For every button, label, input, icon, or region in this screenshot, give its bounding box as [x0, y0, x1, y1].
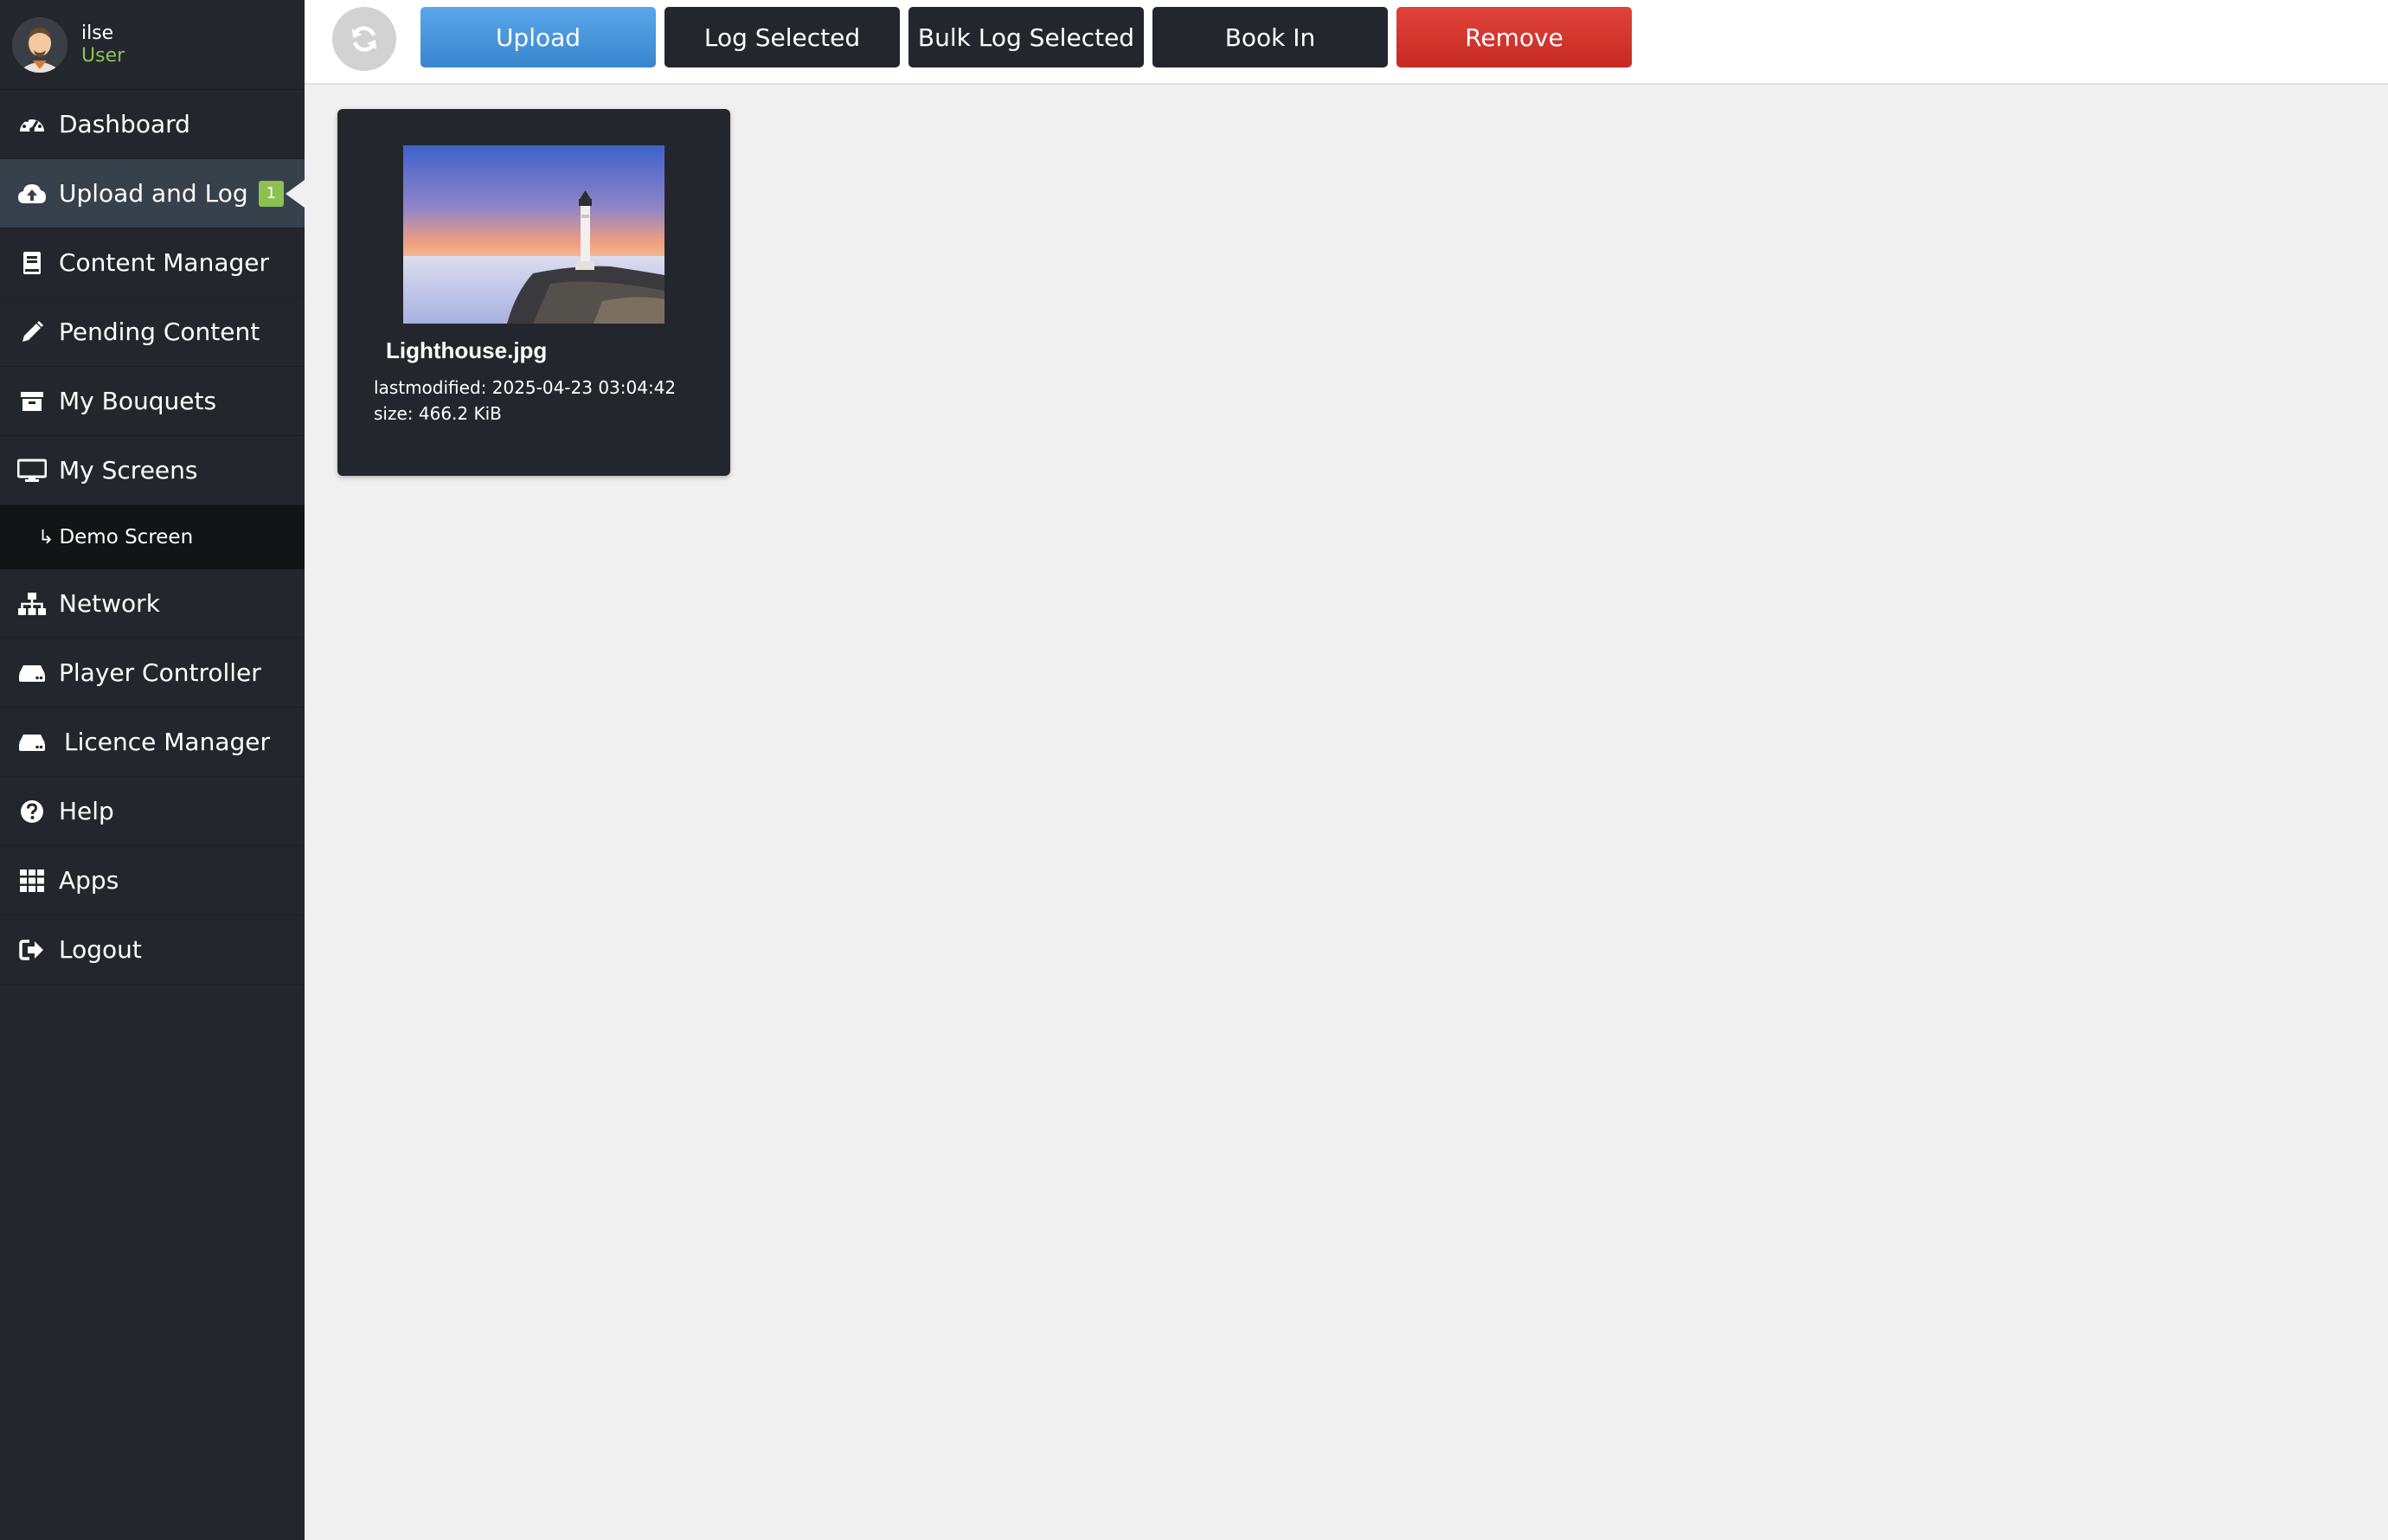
book-in-button[interactable]: Book In [1152, 7, 1388, 67]
sidebar-item-label: Apps [59, 866, 119, 895]
sidebar-item-content-manager[interactable]: Content Manager [0, 228, 305, 298]
hdd-icon [17, 728, 47, 757]
file-size: size: 466.2 KiB [374, 403, 502, 424]
sidebar-item-label: Licence Manager [64, 728, 270, 756]
sidebar-item-label: My Screens [59, 456, 198, 484]
dashboard-icon [17, 110, 47, 139]
refresh-button[interactable] [332, 7, 396, 71]
file-last-modified: lastmodified: 2025-04-23 03:04:42 [374, 377, 677, 398]
sidebar-item-label: Dashboard [59, 110, 190, 138]
sidebar-item-network[interactable]: Network [0, 569, 305, 638]
file-name: Lighthouse.jpg [386, 337, 548, 363]
return-arrow-icon: ↳ [38, 526, 55, 549]
sidebar-item-pending-content[interactable]: Pending Content [0, 298, 305, 367]
sidebar-item-upload-and-log[interactable]: Upload and Log 1 [0, 159, 305, 228]
sidebar-subitem-demo-screen[interactable]: ↳ Demo Screen [0, 505, 305, 569]
sidebar-item-player-controller[interactable]: Player Controller [0, 638, 305, 708]
notification-badge: 1 [258, 180, 285, 207]
sidebar-item-label: Player Controller [59, 658, 261, 687]
sidebar-subitem-label: Demo Screen [59, 526, 194, 549]
avatar [12, 16, 67, 73]
cloud-upload-icon [17, 179, 47, 209]
user-profile[interactable]: ilse User [0, 0, 305, 90]
pencil-icon [17, 318, 47, 347]
file-card[interactable]: Lighthouse.jpg lastmodified: 2025-04-23 … [337, 109, 730, 476]
sidebar-item-apps[interactable]: Apps [0, 846, 305, 915]
user-role: User [81, 44, 125, 67]
hdd-icon [17, 658, 47, 688]
sidebar-item-label: Content Manager [59, 248, 269, 277]
avatar-image [12, 16, 67, 73]
sidebar-item-label: Upload and Log [59, 179, 248, 208]
sidebar-item-my-screens[interactable]: My Screens [0, 436, 305, 505]
user-name: ilse [81, 22, 114, 44]
sidebar-item-label: Network [59, 589, 160, 618]
question-circle-icon [17, 797, 47, 826]
monitor-icon [17, 456, 47, 485]
sidebar-item-label: My Bouquets [59, 387, 217, 415]
upload-button[interactable]: Upload [420, 7, 656, 67]
sidebar-item-my-bouquets[interactable]: My Bouquets [0, 367, 305, 436]
bulk-log-selected-button[interactable]: Bulk Log Selected [908, 7, 1144, 67]
sidebar-item-dashboard[interactable]: Dashboard [0, 90, 305, 159]
sidebar-item-label: Help [59, 797, 114, 825]
sidebar-item-help[interactable]: Help [0, 777, 305, 846]
remove-button[interactable]: Remove [1396, 7, 1632, 67]
sitemap-icon [17, 589, 47, 619]
grid-icon [17, 866, 47, 895]
sidebar-item-label: Logout [59, 935, 142, 964]
refresh-icon [352, 26, 376, 52]
sidebar-item-label: Pending Content [59, 318, 260, 346]
sidebar: ilse User Dashboard Upload and Log 1 Con… [0, 0, 305, 1540]
sign-out-icon [17, 935, 47, 965]
file-thumbnail [403, 145, 664, 324]
lighthouse-image [403, 145, 664, 324]
sidebar-item-licence-manager[interactable]: Licence Manager [0, 708, 305, 777]
archive-icon [17, 387, 47, 416]
sidebar-item-logout[interactable]: Logout [0, 915, 305, 985]
book-icon [17, 248, 47, 278]
toolbar: Upload Log Selected Bulk Log Selected Bo… [305, 0, 2388, 85]
log-selected-button[interactable]: Log Selected [664, 7, 900, 67]
